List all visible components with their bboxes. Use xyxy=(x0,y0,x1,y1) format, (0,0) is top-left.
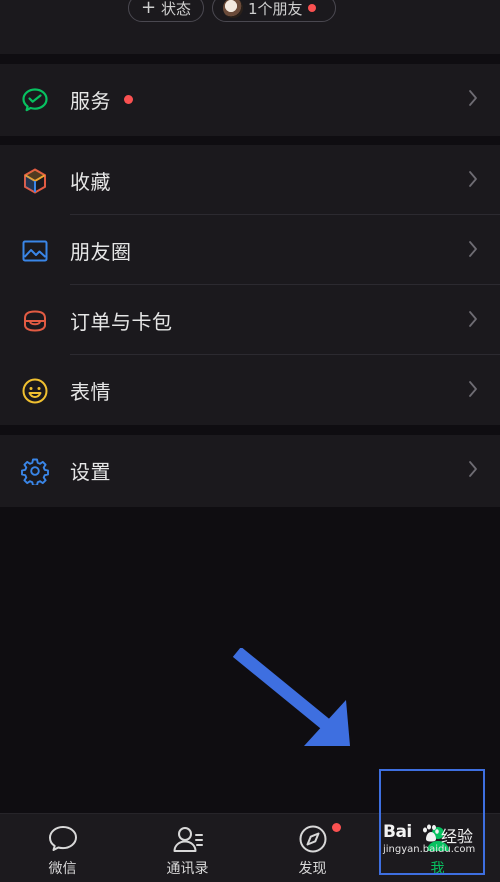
annotation-arrow-icon xyxy=(232,648,350,746)
cube-icon xyxy=(24,168,46,194)
settings-section: 设置 xyxy=(0,435,500,507)
menu-item-service[interactable]: 服务 xyxy=(0,64,500,134)
tab-chats[interactable]: 微信 xyxy=(0,814,125,882)
discover-badge-dot xyxy=(332,823,341,832)
chevron-right-icon xyxy=(469,461,477,477)
service-badge-dot xyxy=(124,95,133,104)
profile-header: + 状态 1个朋友 xyxy=(0,0,500,54)
chevron-right-icon xyxy=(469,311,477,327)
smiley-icon xyxy=(22,378,48,404)
watermark: Bai 经验 jingyan.baidu.com xyxy=(383,822,483,862)
friend-avatar xyxy=(223,0,243,18)
compass-icon xyxy=(299,825,327,853)
watermark-brand: Bai xyxy=(383,822,412,842)
service-section: 服务 xyxy=(0,64,500,136)
menu-item-moments[interactable]: 朋友圈 xyxy=(0,215,500,285)
friends-status-button[interactable]: 1个朋友 xyxy=(212,0,336,22)
paw-logo-icon xyxy=(423,824,439,842)
tab-contacts-label: 通讯录 xyxy=(166,861,209,877)
photo-icon xyxy=(22,240,48,262)
status-label: 状态 xyxy=(161,0,192,18)
tab-chats-label: 微信 xyxy=(48,861,77,877)
friends-badge-dot xyxy=(307,4,316,12)
plus-icon: + xyxy=(140,0,157,18)
favorites-label: 收藏 xyxy=(70,169,111,194)
stickers-label: 表情 xyxy=(70,379,111,404)
wechat-pay-icon xyxy=(22,88,48,112)
gear-icon xyxy=(21,458,49,485)
menu-item-stickers[interactable]: 表情 xyxy=(0,355,500,425)
service-label: 服务 xyxy=(70,88,111,113)
watermark-url: jingyan.baidu.com xyxy=(383,844,476,855)
chevron-right-icon xyxy=(469,90,477,106)
menu-item-favorites[interactable]: 收藏 xyxy=(0,145,500,215)
wallet-icon xyxy=(24,310,46,332)
tab-discover-label: 发现 xyxy=(298,861,327,877)
contacts-icon xyxy=(173,827,203,852)
chevron-right-icon xyxy=(469,171,477,187)
tab-discover[interactable]: 发现 xyxy=(250,814,375,882)
orders-cards-label: 订单与卡包 xyxy=(70,309,173,334)
chevron-right-icon xyxy=(469,241,477,257)
features-section: 收藏 朋友圈 订单与卡包 表情 xyxy=(0,145,500,425)
tab-contacts[interactable]: 通讯录 xyxy=(125,814,250,882)
add-status-button[interactable]: + 状态 xyxy=(128,0,204,22)
menu-item-settings[interactable]: 设置 xyxy=(0,435,500,505)
friends-label: 1个朋友 xyxy=(248,0,303,18)
me-page: + 状态 1个朋友 服务 收藏 朋友圈 订单与卡包 表情 设置 微信 通讯录 发… xyxy=(0,0,500,882)
chat-bubble-icon xyxy=(49,826,77,851)
menu-item-orders-cards[interactable]: 订单与卡包 xyxy=(0,285,500,355)
moments-label: 朋友圈 xyxy=(70,239,132,264)
settings-label: 设置 xyxy=(70,459,111,484)
chevron-right-icon xyxy=(469,381,477,397)
